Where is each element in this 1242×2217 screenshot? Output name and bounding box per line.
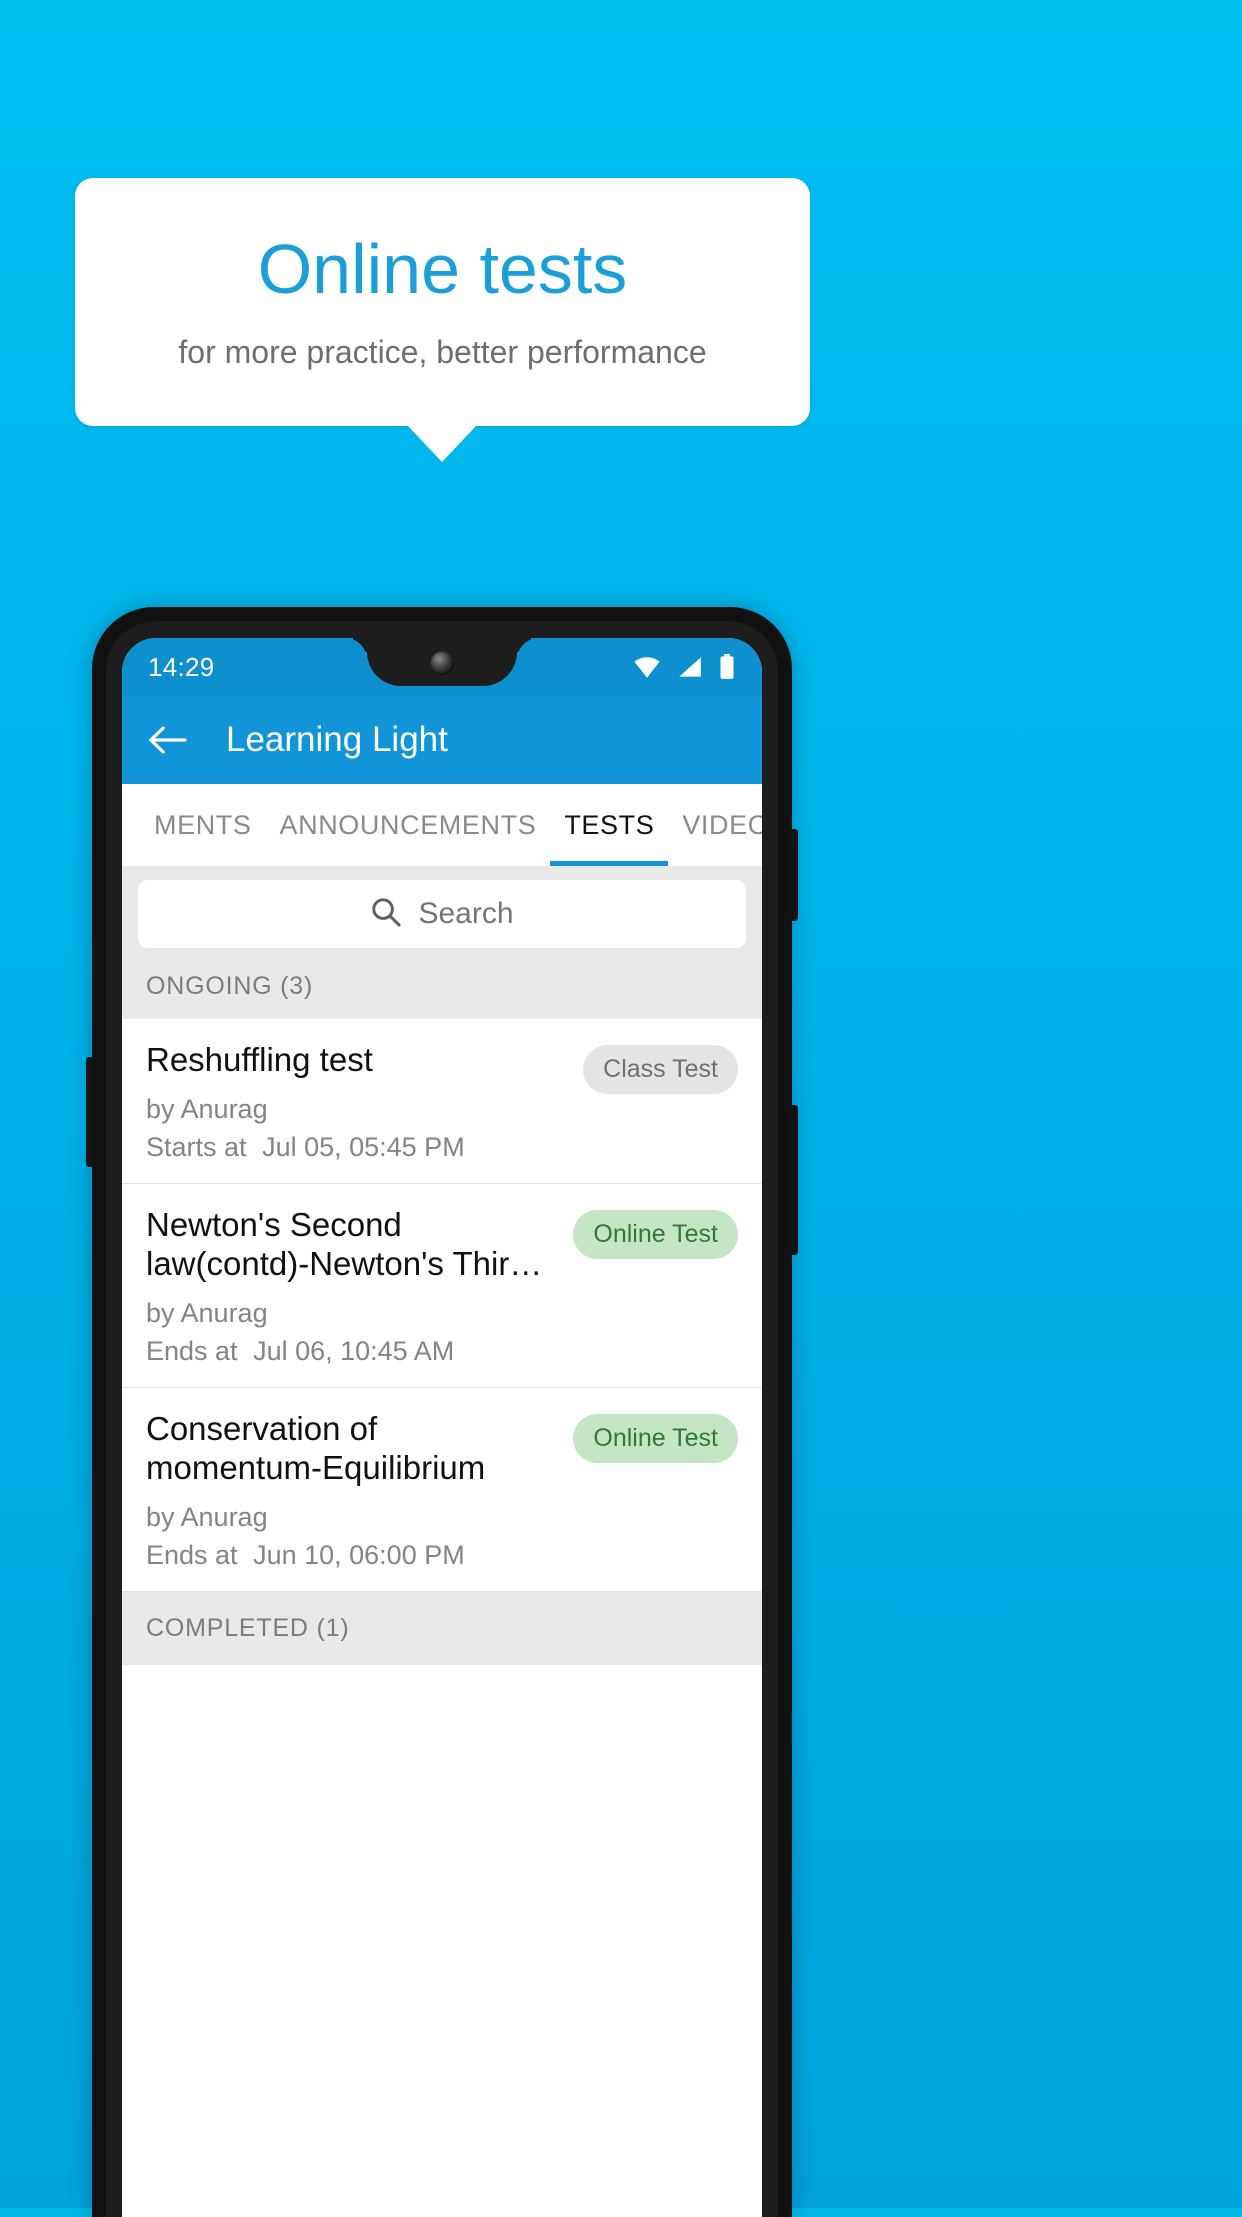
search-container: Search — [122, 866, 762, 962]
tab-announcements[interactable]: ANNOUNCEMENTS — [266, 784, 551, 866]
volume-button — [790, 1105, 798, 1255]
front-camera — [430, 651, 454, 675]
test-author: by Anurag — [146, 1297, 268, 1328]
section-header-completed: COMPLETED (1) — [122, 1591, 762, 1665]
test-title: Conservation of momentum-Equilibrium — [146, 1409, 486, 1486]
wifi-icon — [632, 655, 662, 679]
tab-videos[interactable]: VIDEOS — [668, 784, 762, 866]
test-list-item[interactable]: Conservation of momentum-Equilibrium by … — [122, 1388, 762, 1592]
app-bar-title: Learning Light — [226, 720, 448, 759]
phone-notch — [367, 638, 517, 686]
promo-card: Online tests for more practice, better p… — [75, 178, 810, 426]
test-title: Newton's Second law(contd)-Newton's Thir… — [146, 1205, 543, 1282]
battery-icon — [718, 654, 736, 680]
assistant-button — [86, 1057, 94, 1167]
phone-screen: 14:29 Learning Light MENTS ANNOUNCEMENTS… — [122, 638, 762, 2217]
promo-subtitle: for more practice, better performance — [178, 333, 707, 370]
search-icon — [370, 896, 402, 933]
test-item-content: Reshuffling test by Anurag Starts at Jul… — [146, 1041, 571, 1163]
search-placeholder: Search — [418, 897, 514, 930]
test-time-label: Ends at — [146, 1539, 238, 1570]
section-header-ongoing: ONGOING (3) — [122, 962, 762, 1019]
test-author: by Anurag — [146, 1501, 268, 1532]
status-time: 14:29 — [148, 651, 215, 682]
search-input[interactable]: Search — [138, 880, 746, 948]
test-list-item[interactable]: Reshuffling test by Anurag Starts at Jul… — [122, 1019, 762, 1184]
test-type-badge: Online Test — [573, 1209, 738, 1259]
back-arrow-icon[interactable] — [144, 717, 190, 763]
test-time-label: Starts at — [146, 1131, 247, 1162]
test-author: by Anurag — [146, 1093, 268, 1124]
test-time-value: Jun 10, 06:00 PM — [253, 1539, 465, 1570]
power-button — [790, 829, 798, 921]
test-time: Ends at Jul 06, 10:45 AM — [146, 1336, 561, 1367]
status-bar: 14:29 — [122, 638, 762, 696]
test-type-badge: Class Test — [583, 1045, 738, 1094]
test-time: Starts at Jul 05, 05:45 PM — [146, 1132, 571, 1163]
test-type-badge: Online Test — [573, 1413, 738, 1463]
phone-device: 14:29 Learning Light MENTS ANNOUNCEMENTS… — [86, 607, 798, 2217]
tab-bar: MENTS ANNOUNCEMENTS TESTS VIDEOS — [122, 784, 762, 866]
tab-tests[interactable]: TESTS — [550, 784, 669, 866]
app-bar: Learning Light — [122, 696, 762, 784]
test-list: Reshuffling test by Anurag Starts at Jul… — [122, 1019, 762, 1592]
test-item-content: Conservation of momentum-Equilibrium by … — [146, 1410, 561, 1571]
test-time-label: Ends at — [146, 1335, 238, 1366]
tab-assignments[interactable]: MENTS — [140, 784, 266, 866]
test-time: Ends at Jun 10, 06:00 PM — [146, 1540, 561, 1571]
test-title: Reshuffling test — [146, 1041, 373, 1078]
status-icon-group — [632, 654, 736, 680]
test-time-value: Jul 05, 05:45 PM — [262, 1131, 465, 1162]
signal-icon — [676, 655, 704, 679]
promo-bubble-tail — [406, 424, 478, 462]
test-list-item[interactable]: Newton's Second law(contd)-Newton's Thir… — [122, 1184, 762, 1388]
test-time-value: Jul 06, 10:45 AM — [253, 1335, 455, 1366]
promo-title: Online tests — [257, 229, 628, 308]
test-item-content: Newton's Second law(contd)-Newton's Thir… — [146, 1206, 561, 1367]
